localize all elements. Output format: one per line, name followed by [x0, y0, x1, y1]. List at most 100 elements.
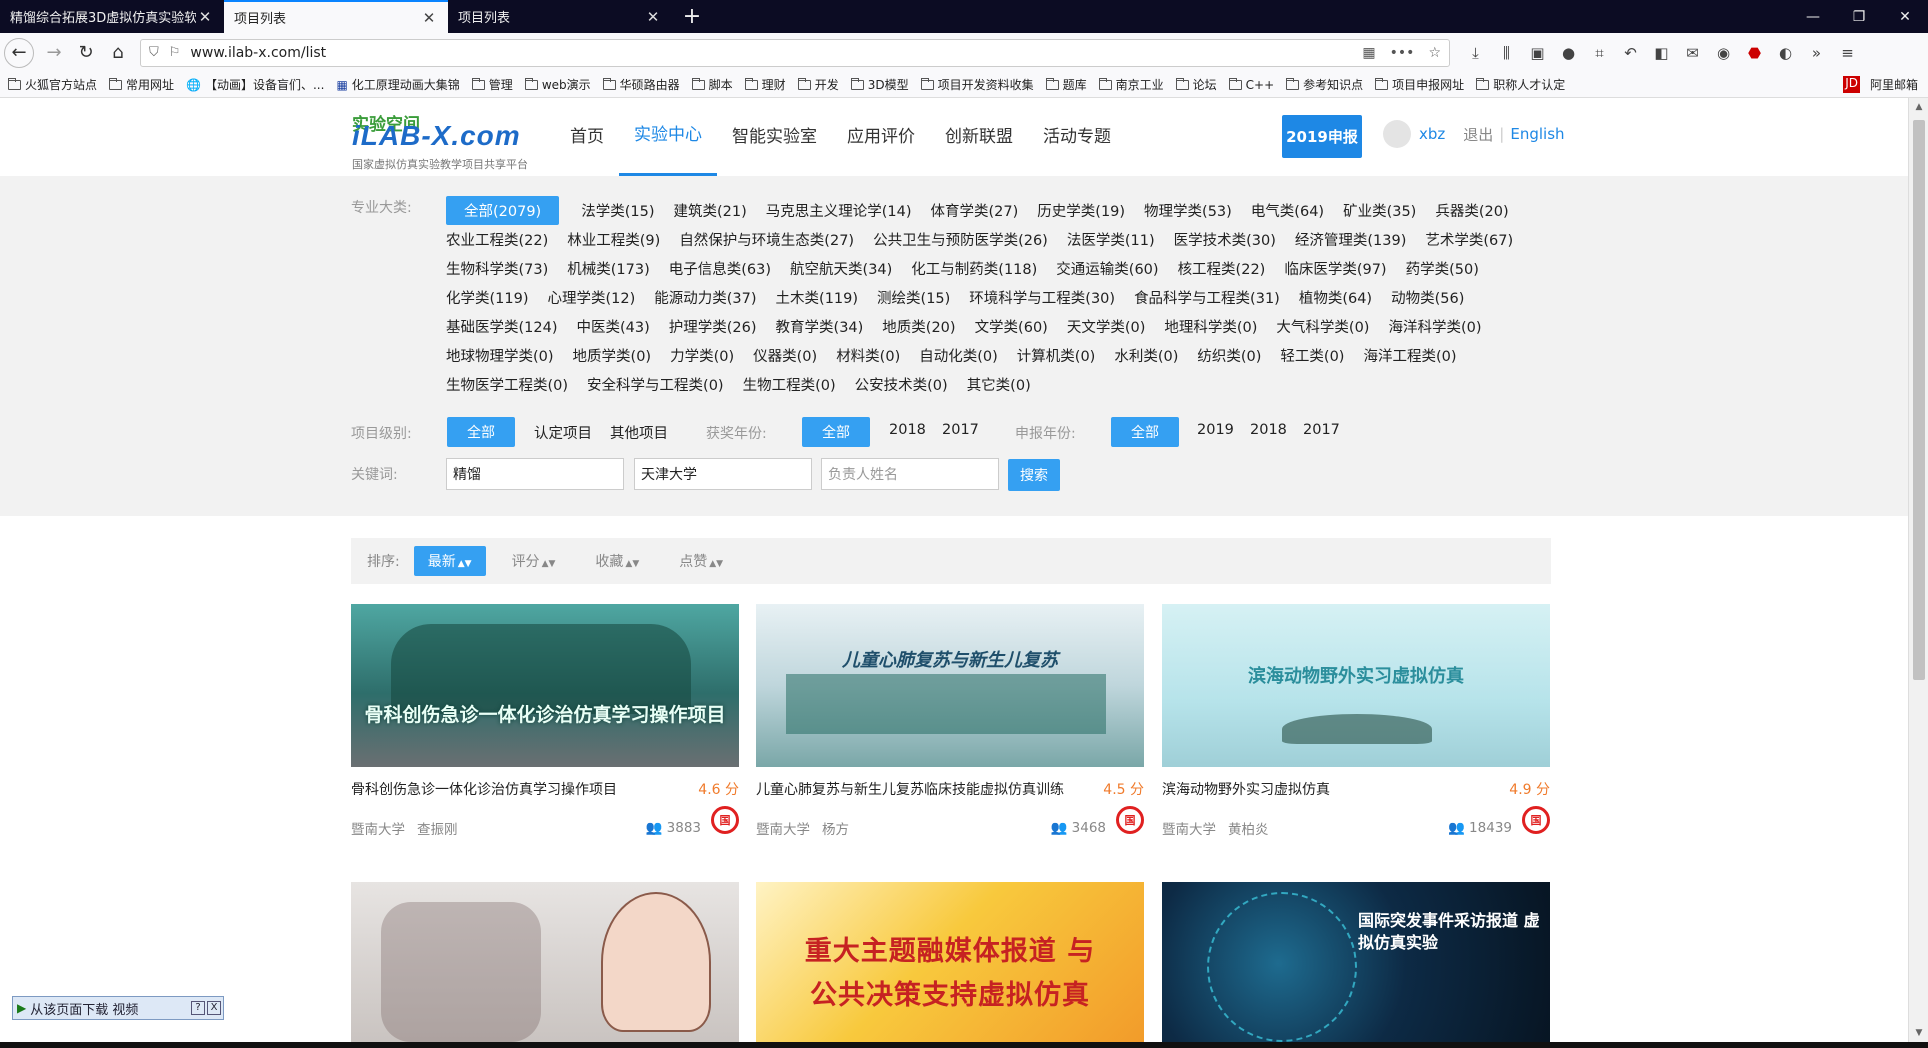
extension-icon[interactable]: ◉ — [1708, 44, 1739, 62]
nav-alliance[interactable]: 创新联盟 — [930, 98, 1028, 176]
bookmark-item[interactable]: 管理 — [471, 76, 513, 93]
scroll-up-icon[interactable]: ▲ — [1909, 102, 1928, 112]
project-title[interactable]: 骨科创伤急诊一体化诊治仿真学习操作项目 — [351, 779, 681, 799]
bookmark-item[interactable]: 阿里邮箱 — [1870, 76, 1918, 93]
level-option-certified[interactable]: 认定项目 — [534, 422, 592, 443]
category-option[interactable]: 自然保护与环境生态类(27) — [679, 229, 854, 250]
category-option[interactable]: 能源动力类(37) — [654, 287, 756, 308]
category-option[interactable]: 海洋工程类(0) — [1363, 345, 1456, 366]
category-option[interactable]: 经济管理类(139) — [1295, 229, 1407, 250]
sort-favorites-button[interactable]: 收藏 ▲▼ — [581, 546, 653, 576]
english-link[interactable]: English — [1510, 125, 1564, 143]
category-option[interactable]: 医学技术类(30) — [1174, 229, 1276, 250]
category-option[interactable]: 其它类(0) — [967, 374, 1031, 395]
bookmark-item[interactable]: 常用网址 — [109, 76, 174, 93]
nav-events[interactable]: 活动专题 — [1028, 98, 1126, 176]
category-option[interactable]: 核工程类(22) — [1178, 258, 1266, 279]
category-option[interactable]: 生物医学工程类(0) — [446, 374, 568, 395]
scroll-down-icon[interactable]: ▼ — [1909, 1028, 1928, 1038]
keyword-input[interactable]: 精馏 — [446, 458, 624, 490]
username-link[interactable]: xbz — [1419, 125, 1445, 143]
category-option[interactable]: 马克思主义理论学(14) — [766, 200, 912, 221]
level-option-other[interactable]: 其他项目 — [610, 422, 668, 443]
category-option[interactable]: 食品科学与工程类(31) — [1134, 287, 1280, 308]
browser-tab-3[interactable]: 项目列表 ✕ — [448, 0, 672, 33]
category-option[interactable]: 海洋科学类(0) — [1388, 316, 1481, 337]
sort-rating-button[interactable]: 评分 ▲▼ — [498, 546, 570, 576]
new-tab-button[interactable]: + — [672, 0, 712, 33]
category-option[interactable]: 物理学类(53) — [1144, 200, 1232, 221]
category-option[interactable]: 药学类(50) — [1406, 258, 1479, 279]
category-option[interactable]: 心理学类(12) — [548, 287, 636, 308]
download-label[interactable]: 从该页面下载 视频 — [30, 999, 191, 1018]
category-option[interactable]: 轻工类(0) — [1280, 345, 1344, 366]
browser-tab-2[interactable]: 项目列表 ✕ — [224, 0, 448, 33]
extension-icon[interactable]: ◐ — [1770, 44, 1801, 62]
tab-close-icon[interactable]: ✕ — [196, 8, 214, 26]
bookmark-item[interactable]: web演示 — [524, 76, 591, 93]
back-icon[interactable]: ← — [4, 37, 34, 68]
category-option[interactable]: 公安技术类(0) — [855, 374, 948, 395]
download-icon[interactable]: ⤓ — [1460, 44, 1491, 62]
help-icon[interactable]: ? — [191, 1001, 205, 1015]
mail-icon[interactable]: ✉ — [1677, 44, 1708, 62]
category-option[interactable]: 兵器类(20) — [1435, 200, 1508, 221]
apply-option-2019[interactable]: 2019 — [1197, 422, 1234, 438]
bookmark-star-icon[interactable]: ☆ — [1428, 45, 1441, 61]
apply-option-2017[interactable]: 2017 — [1303, 422, 1340, 438]
page-actions-icon[interactable]: ••• — [1390, 45, 1415, 61]
overflow-icon[interactable]: » — [1801, 44, 1832, 62]
sort-likes-button[interactable]: 点赞 ▲▼ — [665, 546, 737, 576]
nav-lab-center[interactable]: 实验中心 — [619, 98, 717, 176]
category-option[interactable]: 农业工程类(22) — [446, 229, 548, 250]
close-icon[interactable]: X — [207, 1001, 221, 1015]
category-option[interactable]: 公共卫生与预防医学类(26) — [873, 229, 1048, 250]
category-option[interactable]: 林业工程类(9) — [567, 229, 660, 250]
nav-home[interactable]: 首页 — [555, 98, 619, 176]
scrollbar-thumb[interactable] — [1913, 120, 1925, 680]
category-option[interactable]: 矿业类(35) — [1343, 200, 1416, 221]
bookmark-item[interactable]: 理财 — [744, 76, 786, 93]
category-option[interactable]: 中医类(43) — [577, 316, 650, 337]
category-option[interactable]: 历史学类(19) — [1037, 200, 1125, 221]
avatar[interactable] — [1383, 120, 1411, 148]
category-option[interactable]: 临床医学类(97) — [1284, 258, 1386, 279]
award-option-all[interactable]: 全部 — [802, 417, 870, 447]
search-button[interactable]: 搜索 — [1008, 459, 1060, 491]
category-option[interactable]: 航空航天类(34) — [790, 258, 892, 279]
category-option[interactable]: 纺织类(0) — [1197, 345, 1261, 366]
nav-evaluation[interactable]: 应用评价 — [832, 98, 930, 176]
screenshot-icon[interactable]: ⌗ — [1584, 44, 1615, 62]
bookmark-item[interactable]: 项目申报网址 — [1375, 76, 1464, 93]
project-thumbnail[interactable]: 儿童心肺复苏与新生儿复苏 — [756, 604, 1144, 767]
bookmark-item[interactable]: JD — [1843, 76, 1860, 93]
category-option[interactable]: 全部(2079) — [446, 196, 560, 225]
category-option[interactable]: 材料类(0) — [836, 345, 900, 366]
category-option[interactable]: 护理学类(26) — [669, 316, 757, 337]
project-card[interactable] — [351, 882, 739, 1042]
url-bar[interactable]: ⛉ ⚐ www.ilab-x.com/list ▦ ••• ☆ — [140, 38, 1450, 67]
category-option[interactable]: 交通运输类(60) — [1056, 258, 1158, 279]
logout-link[interactable]: 退出 — [1463, 124, 1493, 145]
category-option[interactable]: 土木类(119) — [776, 287, 859, 308]
tab-close-icon[interactable]: ✕ — [644, 8, 662, 26]
apply-option-2018[interactable]: 2018 — [1250, 422, 1287, 438]
project-thumbnail[interactable]: 滨海动物野外实习虚拟仿真 — [1162, 604, 1550, 767]
apply-option-all[interactable]: 全部 — [1111, 417, 1179, 447]
category-option[interactable]: 大气科学类(0) — [1276, 316, 1369, 337]
site-logo[interactable]: 实验空间 iLAB-X.com 国家虚拟仿真实验教学项目共享平台 — [352, 110, 532, 171]
extension-icon[interactable]: ◧ — [1646, 44, 1677, 62]
bookmark-item[interactable]: 脚本 — [691, 76, 733, 93]
bookmark-item[interactable]: ▦ 化工原理动画大集锦 — [336, 76, 459, 93]
award-option-2018[interactable]: 2018 — [889, 422, 926, 438]
project-title[interactable]: 滨海动物野外实习虚拟仿真 — [1162, 779, 1492, 799]
home-icon[interactable]: ⌂ — [102, 37, 134, 69]
project-card[interactable]: 国际突发事件采访报道 虚拟仿真实验 — [1162, 882, 1550, 1042]
bookmark-item[interactable]: 职称人才认定 — [1476, 76, 1565, 93]
bookmark-item[interactable]: 开发 — [797, 76, 839, 93]
category-option[interactable]: 地球物理学类(0) — [446, 345, 554, 366]
category-option[interactable]: 仪器类(0) — [753, 345, 817, 366]
sort-newest-button[interactable]: 最新 ▲▼ — [413, 546, 486, 576]
project-thumbnail[interactable] — [351, 882, 739, 1042]
site-info-icon[interactable]: ⚐ — [169, 45, 181, 60]
